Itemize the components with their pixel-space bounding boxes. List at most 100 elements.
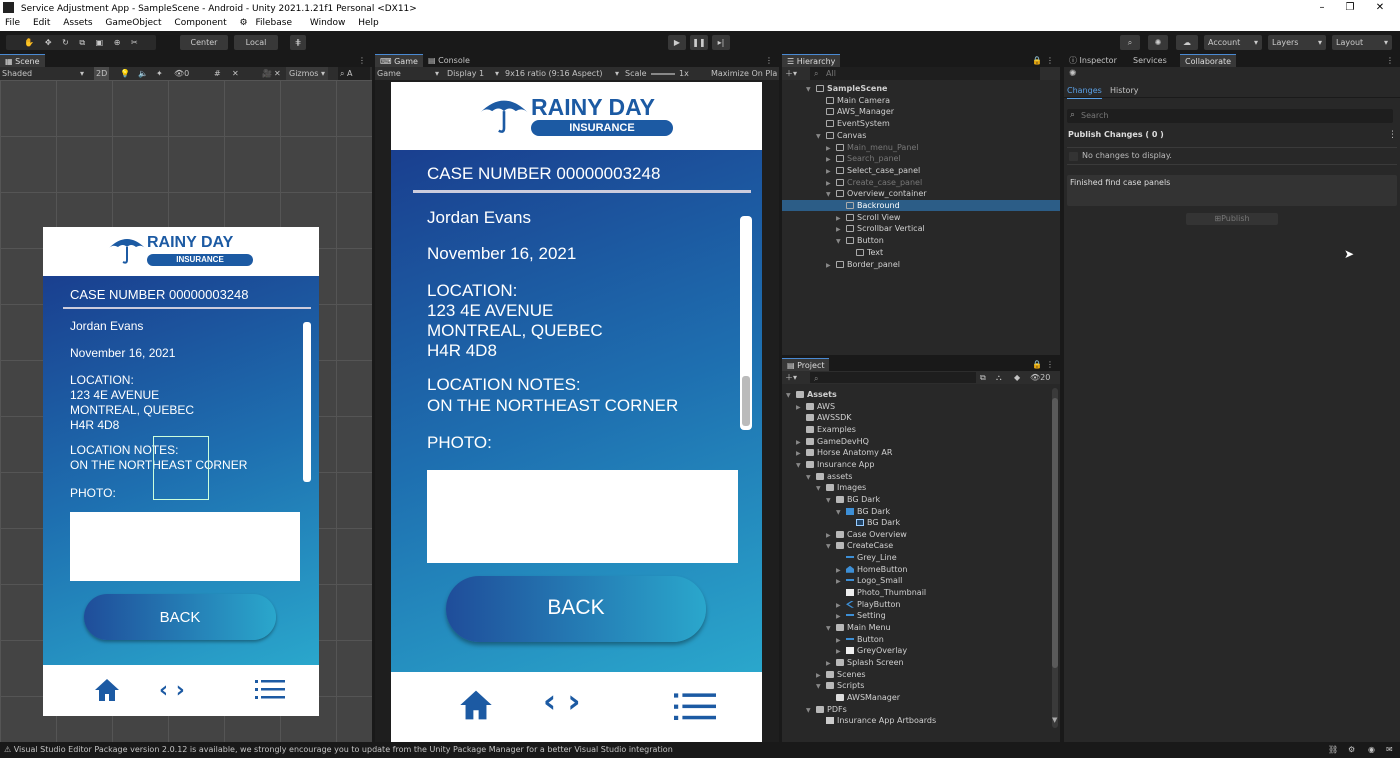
project-folder[interactable]: ▼ Main Menu: [782, 622, 1050, 633]
space-toggle[interactable]: Local: [234, 35, 278, 50]
scrollbar-thumb[interactable]: [742, 376, 750, 426]
project-asset[interactable]: BG Dark: [782, 517, 1050, 528]
project-folder[interactable]: ▶ Scenes: [782, 669, 1050, 680]
menu-file[interactable]: File: [5, 18, 20, 28]
project-folder[interactable]: ▼ assets: [782, 471, 1050, 482]
hierarchy-item[interactable]: ▼ SampleScene: [782, 83, 1060, 94]
layers-dropdown[interactable]: Layers ▾: [1268, 35, 1326, 50]
vertical-scrollbar[interactable]: [740, 216, 752, 430]
project-folder[interactable]: ▼ Assets: [782, 389, 1050, 400]
menu-component[interactable]: Component: [174, 18, 226, 28]
menu-filebase[interactable]: ⚙ Filebase: [240, 18, 297, 28]
project-scrollbar-thumb[interactable]: [1052, 398, 1058, 668]
expand-arrow-icon[interactable]: ▶: [826, 166, 834, 177]
play-button[interactable]: ▶: [668, 35, 686, 50]
project-folder[interactable]: AWSSDK: [782, 412, 1050, 423]
expand-arrow-icon[interactable]: ▼: [826, 495, 834, 506]
hierarchy-item[interactable]: ▶ Scrollbar Vertical: [782, 223, 1060, 234]
hierarchy-item[interactable]: ▶ Create_case_panel: [782, 177, 1060, 188]
project-asset[interactable]: ▶ GreyOverlay: [782, 645, 1050, 656]
expand-arrow-icon[interactable]: ▶: [826, 658, 834, 669]
collab-search-input[interactable]: Search: [1067, 109, 1393, 123]
pivot-toggle[interactable]: Center: [180, 35, 228, 50]
expand-arrow-icon[interactable]: ▼: [796, 460, 804, 471]
project-scrollbar[interactable]: [1052, 388, 1058, 728]
prev-next-icon[interactable]: ‹ ›: [543, 682, 581, 720]
expand-arrow-icon[interactable]: ▶: [836, 576, 844, 587]
menu-edit[interactable]: Edit: [33, 18, 50, 28]
expand-arrow-icon[interactable]: ▶: [836, 611, 844, 622]
hierarchy-item[interactable]: ▼ Button: [782, 235, 1060, 246]
search-button[interactable]: ⌕: [1120, 35, 1140, 50]
menu-help[interactable]: Help: [358, 18, 379, 28]
scale-slider[interactable]: [651, 73, 675, 75]
hidden-count-toggle[interactable]: 👁20: [1030, 371, 1050, 384]
menu-icon[interactable]: [674, 692, 716, 723]
layout-dropdown[interactable]: Layout ▾: [1332, 35, 1392, 50]
photo-box[interactable]: [427, 470, 738, 563]
hierarchy-item[interactable]: ▶ Main_menu_Panel: [782, 142, 1060, 153]
expand-arrow-icon[interactable]: ▼: [806, 472, 814, 483]
kebab-menu-icon[interactable]: ⋮: [1046, 54, 1054, 67]
status-message[interactable]: Visual Studio Editor Package version 2.0…: [14, 745, 673, 754]
expand-arrow-icon[interactable]: ▼: [806, 84, 814, 95]
create-button[interactable]: ＋▾: [785, 371, 797, 384]
lock-icon[interactable]: 🔒: [1032, 54, 1042, 67]
project-folder[interactable]: ▼ PDFs: [782, 704, 1050, 715]
hierarchy-item[interactable]: ▶ Search_panel: [782, 153, 1060, 164]
rotate-tool-icon[interactable]: ↻: [62, 38, 69, 47]
tab-hierarchy[interactable]: ☰ Hierarchy: [782, 54, 841, 67]
tab-console[interactable]: ▤ Console: [423, 54, 475, 67]
grid-toggle-icon[interactable]: #: [214, 67, 221, 80]
expand-arrow-icon[interactable]: ▶: [836, 600, 844, 611]
menu-assets[interactable]: Assets: [63, 18, 92, 28]
scale-tool-icon[interactable]: ⧉: [79, 38, 85, 47]
custom-tool-icon[interactable]: ✂: [131, 38, 138, 47]
favorite-icon[interactable]: ◆: [1014, 371, 1020, 384]
kebab-menu-icon[interactable]: ⋮: [358, 54, 366, 67]
tab-inspector[interactable]: ⓘ Inspector: [1064, 54, 1122, 67]
scene-canvas-preview[interactable]: RAINY DAY INSURANCE CASE NUMBER 00000003…: [43, 227, 319, 716]
hand-tool-icon[interactable]: ✋: [24, 38, 34, 47]
move-tool-icon[interactable]: ✥: [45, 38, 52, 47]
hierarchy-item[interactable]: Backround: [782, 200, 1060, 211]
expand-arrow-icon[interactable]: ▶: [826, 178, 834, 189]
project-folder[interactable]: ▶ Splash Screen: [782, 657, 1050, 668]
menu-gameobject[interactable]: GameObject: [105, 18, 161, 28]
project-asset[interactable]: Grey_Line: [782, 552, 1050, 563]
create-button[interactable]: ＋▾: [785, 67, 797, 80]
expand-arrow-icon[interactable]: ▶: [816, 670, 824, 681]
project-folder[interactable]: ▼ Images: [782, 482, 1050, 493]
hierarchy-item[interactable]: Text: [782, 247, 1060, 258]
project-folder[interactable]: ▶ GameDevHQ: [782, 436, 1050, 447]
cloud-button[interactable]: ☁: [1176, 35, 1198, 50]
home-icon[interactable]: [456, 688, 496, 725]
aspect-dropdown[interactable]: 9x16 ratio (9:16 Aspect) ▾: [505, 67, 619, 80]
tab-scene[interactable]: ▦ Scene: [0, 54, 45, 67]
hidden-objects-icon[interactable]: 👁0: [174, 67, 189, 80]
project-asset[interactable]: Insurance App Artboards: [782, 715, 1050, 726]
hierarchy-item[interactable]: ▶ Scroll View: [782, 212, 1060, 223]
audio-icon[interactable]: 🔈: [138, 67, 148, 80]
expand-arrow-icon[interactable]: ▶: [836, 635, 844, 646]
progress-icon[interactable]: ◉: [1368, 742, 1375, 758]
hierarchy-item[interactable]: ▶ Border_panel: [782, 259, 1060, 270]
services-button[interactable]: ✺: [1148, 35, 1168, 50]
game-viewport[interactable]: RAINY DAY INSURANCE CASE NUMBER 00000003…: [375, 80, 779, 742]
tab-collaborate[interactable]: Collaborate: [1180, 54, 1237, 67]
expand-arrow-icon[interactable]: ▼: [826, 189, 834, 200]
tab-services[interactable]: Services: [1128, 54, 1172, 67]
maximize-on-play-toggle[interactable]: Maximize On Pla: [711, 67, 779, 80]
expand-arrow-icon[interactable]: ▼: [786, 390, 794, 401]
scroll-down-icon[interactable]: ▼: [1052, 716, 1057, 724]
filter-type-icon[interactable]: ⧉: [980, 371, 986, 384]
tools-icon[interactable]: ✕: [274, 67, 281, 80]
hierarchy-item[interactable]: ▼ Overview_container: [782, 188, 1060, 199]
account-dropdown[interactable]: Account ▾: [1204, 35, 1262, 50]
project-asset[interactable]: ▶ Button: [782, 634, 1050, 645]
expand-arrow-icon[interactable]: ▶: [826, 260, 834, 271]
project-asset[interactable]: Photo_Thumbnail: [782, 587, 1050, 598]
hierarchy-item[interactable]: ▶ Select_case_panel: [782, 165, 1060, 176]
hierarchy-item[interactable]: EventSystem: [782, 118, 1060, 129]
project-asset[interactable]: ▼ BG Dark: [782, 506, 1050, 517]
